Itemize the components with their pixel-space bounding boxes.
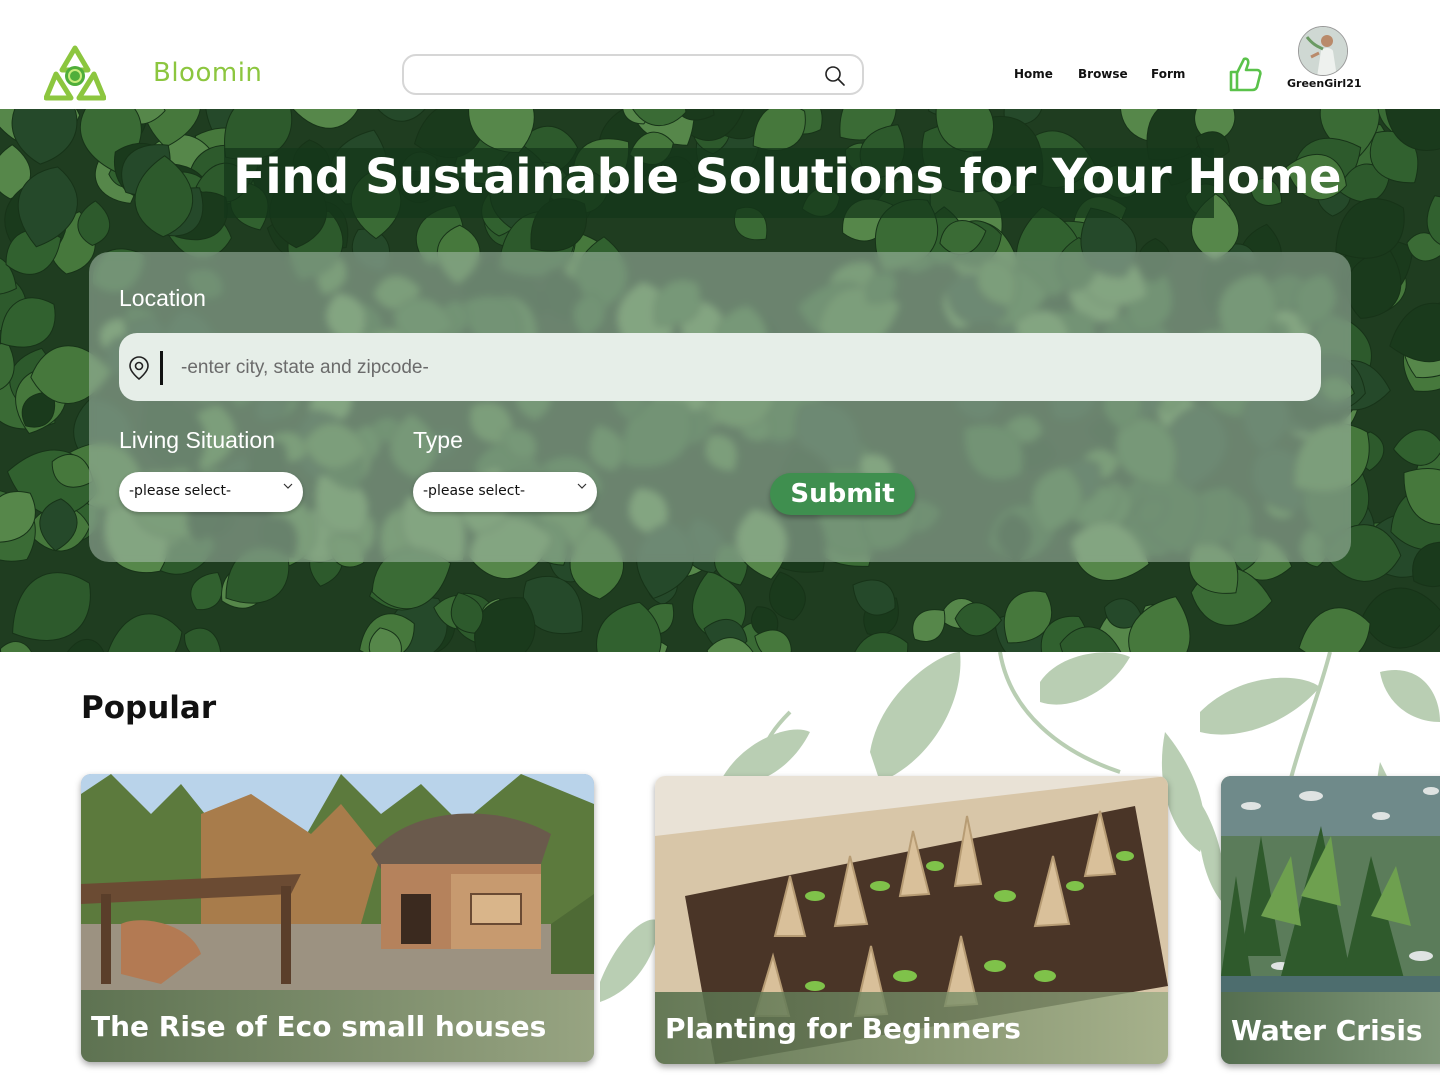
text-cursor	[160, 351, 163, 385]
living-situation-value: -please select-	[129, 483, 232, 499]
top-header: Bloomin Home Browse Form GreenGirl21	[0, 0, 1440, 109]
card-title[interactable]: Planting for Beginners	[665, 1012, 1021, 1045]
article-card-water-crisis[interactable]: Water Crisis	[1221, 776, 1440, 1064]
search-input[interactable]	[404, 56, 804, 93]
location-input[interactable]	[181, 351, 1281, 385]
username-label[interactable]: GreenGirl21	[1287, 77, 1362, 90]
popular-section: Popular The Rise of Eco small houses Pla…	[0, 652, 1440, 1091]
nav-home[interactable]: Home	[1014, 67, 1053, 81]
type-label: Type	[413, 427, 463, 453]
thumbs-up-icon[interactable]	[1228, 55, 1262, 93]
location-label: Location	[119, 285, 206, 311]
recycle-logo-icon[interactable]	[44, 44, 106, 102]
search-icon[interactable]	[824, 65, 846, 87]
search-bar[interactable]	[402, 54, 864, 95]
type-value: -please select-	[423, 483, 526, 499]
nav-form[interactable]: Form	[1151, 67, 1185, 81]
nav-browse[interactable]: Browse	[1078, 67, 1128, 81]
chevron-down-icon	[577, 483, 587, 489]
type-select[interactable]: -please select-	[413, 472, 597, 512]
living-situation-label: Living Situation	[119, 427, 275, 453]
hero-title: Find Sustainable Solutions for Your Home	[233, 149, 1342, 205]
hero-section: Find Sustainable Solutions for Your Home…	[0, 109, 1440, 652]
location-field[interactable]	[119, 333, 1321, 401]
living-situation-select[interactable]: -please select-	[119, 472, 303, 512]
user-avatar[interactable]	[1298, 26, 1348, 76]
chevron-down-icon	[283, 483, 293, 489]
card-title[interactable]: The Rise of Eco small houses	[91, 1010, 546, 1043]
search-form-panel: Location Living Situation -please select…	[89, 252, 1351, 562]
brand-name[interactable]: Bloomin	[153, 58, 262, 88]
article-card-planting[interactable]: Planting for Beginners	[655, 776, 1168, 1064]
submit-button[interactable]: Submit	[770, 473, 915, 515]
article-card-eco-houses[interactable]: The Rise of Eco small houses	[81, 774, 594, 1062]
location-pin-icon	[129, 356, 149, 381]
card-title[interactable]: Water Crisis	[1231, 1014, 1423, 1047]
popular-heading: Popular	[81, 690, 217, 726]
avatar-photo	[1299, 27, 1347, 75]
